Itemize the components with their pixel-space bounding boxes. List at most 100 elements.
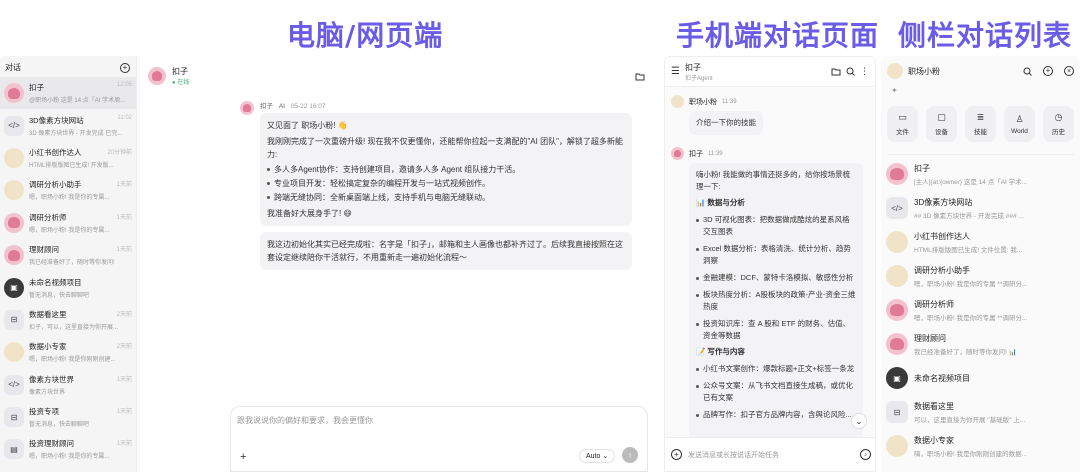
conversation-item[interactable]: 理财顾问 1天前 我已经准备好了，随时等你发问!: [0, 239, 136, 271]
sidebar-conversation-item[interactable]: 扣子 [主人]{at:{owner} 这是 14 点「AI 学术...: [881, 157, 1080, 191]
tool-button[interactable]: ▭ 文件: [887, 106, 918, 142]
sidebar-conversation-item[interactable]: 小红书创作达人 HTML排版版图已生成! 文件位置: 我...: [881, 225, 1080, 259]
sidebar-conversation-item[interactable]: ▣ 未命名视频项目: [881, 361, 1080, 395]
sidebar-conversation-list: 扣子 [主人]{at:{owner} 这是 14 点「AI 学术... </> 3D像…: [881, 157, 1080, 463]
tool-label: 设备: [935, 129, 948, 136]
tool-button[interactable]: ♙ World: [1004, 106, 1035, 142]
sidebar-conversation-item[interactable]: ⊟ 数据看这里 可以，这里直接为你开展 "基础版" 上...: [881, 395, 1080, 429]
sidebar-conversation-item[interactable]: 数据小专家 嗨，职场小粉! 我是你刚刚创建的数据...: [881, 429, 1080, 463]
conversation-preview: [主人]{at:{owner} 这是 14 点「AI 学术...: [914, 178, 1028, 186]
conversation-name: 扣子: [29, 83, 44, 93]
conversation-time: 12:05: [116, 82, 132, 89]
history-icon: ◷: [1054, 112, 1063, 122]
bubble-bullets: 多人多Agent协作：支持创建项目，邀请多人多 Agent 组队接力干活。 专业项…: [267, 163, 625, 204]
folder-icon[interactable]: [831, 67, 841, 76]
bullet-dot: [696, 368, 699, 371]
send-button[interactable]: ↑: [622, 447, 638, 463]
conversation-preview: 嗯，职场小粉! 我是你的专属 **调研分...: [914, 280, 1028, 288]
conversation-name: 投资理财顾问: [29, 439, 74, 449]
ghost-avatar-icon: [4, 83, 24, 104]
conversation-preview: 我已经准备好了，随时等你发问! 📊: [914, 348, 1017, 356]
divider: [887, 154, 1074, 155]
conversation-header: 投资理财顾问 1天前: [29, 438, 132, 449]
user-bubble: 介绍一下你的技能: [689, 111, 763, 135]
conversation-item[interactable]: 数据小专家 2天前 嗯，职场小粉! 我是你刚刚创建...: [0, 336, 136, 368]
conversation-header: 小红书创作达人 20分钟前: [29, 147, 132, 158]
code-icon: </>: [886, 197, 908, 219]
voice-icon[interactable]: ♪: [860, 449, 871, 460]
sidebar-conversation-item[interactable]: 调研分析师 嗯，职场小粉! 我是你的专属 **调研分...: [881, 293, 1080, 327]
conversation-preview: 嗯，职场小粉! 我是你的专属...: [29, 227, 110, 234]
conversation-preview: 嗯，职场小粉! 我是你的专属 **调研分...: [914, 314, 1028, 322]
new-chat-icon[interactable]: +: [1043, 66, 1053, 76]
character-avatar-icon: [4, 342, 24, 363]
bubble-intro: 我刚刚完成了一次重磅升级! 现在我不仅更懂你，还能帮你拉起一支满配的"AI 团队…: [267, 137, 623, 159]
bot-time: 11:39: [708, 150, 723, 157]
mobile-input[interactable]: 发送消息或长按说话开始任务: [688, 450, 854, 460]
sidebar-conversation-item[interactable]: </> 3D像素方块网站 ## 3D 像素方块世界 - 开发完成 ### ...: [881, 191, 1080, 225]
bullet-item: 多人多Agent协作：支持创建项目，邀请多人多 Agent 组队接力干活。: [267, 163, 625, 176]
conversation-preview: 我已经准备好了，随时等你发问!: [29, 260, 115, 267]
conversation-preview: 可以，这里直接为你开展 "基础版" 上...: [914, 416, 1026, 424]
code-icon: </>: [4, 374, 24, 395]
folder-icon[interactable]: [635, 72, 645, 81]
conversation-preview: 嗯，职场小粉! 我是你的专属...: [29, 454, 110, 461]
conversation-time: 11:02: [117, 114, 132, 121]
conversation-name: 数据小专家: [914, 435, 954, 445]
close-icon[interactable]: ×: [1064, 66, 1074, 76]
conversation-name: 调研分析师: [29, 212, 67, 222]
sidebar-title: 对话: [5, 63, 21, 72]
skill-item: Excel 数据分析：表格清洗、统计分析、趋势洞察: [696, 243, 856, 267]
conversation-item[interactable]: ⊟ 投资专项 1天前 暂无消息，快去聊聊吧: [0, 401, 136, 433]
new-chat-icon[interactable]: +: [120, 62, 130, 73]
video-icon: ▣: [886, 367, 908, 389]
sidebar-conversation-item[interactable]: 调研分析小助手 嗯，职场小粉! 我是你的专属 **调研分...: [881, 259, 1080, 293]
sidebar-panel: 职场小粉 + × ✦ ▭ 文件 ▢ 设备 ≣ 技能 ♙ World ◷ 历史 扣子 [主人]{at:…: [881, 56, 1080, 472]
menu-icon[interactable]: ☰: [671, 66, 680, 77]
more-icon[interactable]: ⋮: [860, 66, 869, 77]
conversation-preview: 像素方块世界: [29, 389, 66, 396]
scroll-down-button[interactable]: ⌄: [851, 413, 867, 429]
user-time: 11:39: [722, 98, 737, 105]
conversation-item[interactable]: ▣ 未命名视频项目 暂无消息，快去聊聊吧: [0, 271, 136, 303]
conversation-name: 3D像素方块网站: [29, 115, 84, 125]
conversation-item[interactable]: ▤ 投资理财顾问 1天前 嗯，职场小粉! 我是你的专属...: [0, 433, 136, 465]
bullet-item: 跨端无缝协同：全新桌面端上线，支持手机与电脑无缝联动。: [267, 191, 625, 204]
conversation-item[interactable]: </> 3D像素方块网站 11:02 3D 像素方块世界 - 开发完成 已完...: [0, 109, 136, 141]
tool-button[interactable]: ▢ 设备: [926, 106, 957, 142]
conversation-text: 调研分析小助手 1天前 嗯，职场小粉! 我是你的专属...: [29, 179, 132, 201]
user-avatar[interactable]: [887, 63, 903, 79]
conversation-text: 调研分析师 嗯，职场小粉! 我是你的专属 **调研分...: [914, 299, 1076, 322]
message-bubble-2: 我这边初始化其实已经完成啦：名字是「扣子」，邮箱和主人画像也都补齐过了。后续我直…: [260, 232, 632, 270]
conversation-name: 3D像素方块网站: [914, 197, 973, 207]
mobile-header: ☰ 扣子 扣子Agent ⋮: [665, 57, 875, 87]
chat-title: 扣子: [172, 67, 188, 76]
tool-button[interactable]: ◷ 历史: [1043, 106, 1074, 142]
tool-button[interactable]: ≣ 技能: [965, 106, 996, 142]
model-select[interactable]: Auto ⌄: [579, 449, 616, 463]
conversation-time: 1天前: [116, 214, 132, 221]
conversation-item[interactable]: 小红书创作达人 20分钟前 HTML排版版图已生成! 开发版...: [0, 142, 136, 174]
conversation-item[interactable]: 调研分析师 1天前 嗯，职场小粉! 我是你的专属...: [0, 207, 136, 239]
conversation-item[interactable]: 调研分析小助手 1天前 嗯，职场小粉! 我是你的专属...: [0, 174, 136, 206]
conversation-item[interactable]: ⊟ 数据看这里 2天前 扣子，可以，这里直接为你开展...: [0, 304, 136, 336]
message-bubble-1: 又见面了 职场小粉! 👋 我刚刚完成了一次重磅升级! 现在我不仅更懂你，还能帮你…: [260, 113, 632, 226]
conversation-time: 1天前: [116, 409, 132, 416]
chat-avatar: [148, 67, 166, 85]
conversation-header: 投资专项 1天前: [29, 406, 132, 417]
conversation-item[interactable]: 扣子 12:05 @职场小粉 这是 14 点「AI 学术周...: [0, 77, 136, 110]
desktop-chat: 扣子 ● 在线 扣子 AI 05-22 16:07 又见面了 职场小粉! �: [140, 56, 655, 472]
ghost-avatar-icon: [4, 245, 24, 266]
chat-input[interactable]: 跟我说说你的偏好和要求，我会更懂你: [231, 407, 647, 434]
attach-icon[interactable]: +: [240, 451, 246, 463]
sidebar-conversation-item[interactable]: 理财顾问 我已经准备好了，随时等你发问! 📊: [881, 327, 1080, 361]
conversation-text: 像素方块世界 1天前 像素方块世界: [29, 374, 132, 396]
conversation-preview: HTML排版版图已生成! 开发版...: [29, 162, 114, 169]
conversation-item[interactable]: </> 像素方块世界 1天前 像素方块世界: [0, 369, 136, 401]
bullet-text: 多人多Agent协作：支持创建项目，邀请多人多 Agent 组队接力干活。: [274, 165, 521, 174]
ghost-avatar-icon: [886, 299, 908, 321]
search-icon[interactable]: [846, 67, 855, 76]
conversation-header: 3D像素方块网站 11:02: [29, 115, 132, 126]
search-icon[interactable]: [1023, 67, 1032, 76]
add-icon[interactable]: +: [671, 449, 682, 460]
